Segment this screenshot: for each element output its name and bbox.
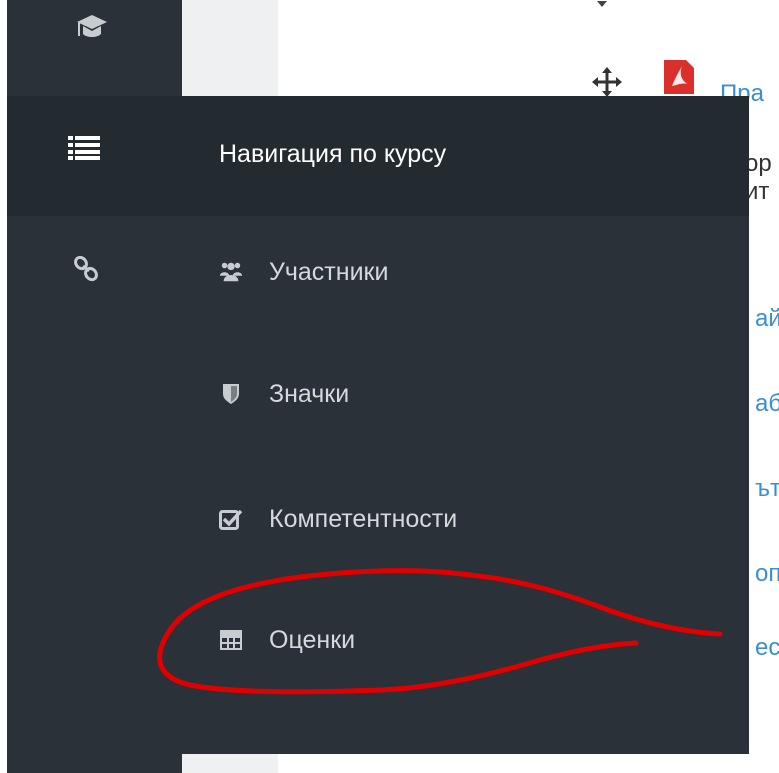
resource-link[interactable]: аб <box>755 390 779 418</box>
menu-item-label: Значки <box>269 379 350 408</box>
course-navigation-flyout: Навигация по курсу Участники Значки Комп… <box>7 96 749 754</box>
menu-item-label: Участники <box>269 257 389 286</box>
menu-item-label: Компетентности <box>269 504 458 533</box>
users-icon <box>219 260 243 284</box>
menu-item-badges[interactable]: Значки <box>219 374 349 414</box>
checkbox-icon <box>219 507 243 531</box>
pdf-file-icon <box>664 60 694 94</box>
menu-item-participants[interactable]: Участники <box>219 252 388 292</box>
move-icon[interactable] <box>592 67 622 97</box>
table-icon <box>219 628 243 652</box>
link-icon[interactable] <box>73 255 99 283</box>
resource-link[interactable]: ай <box>755 305 779 333</box>
resource-link[interactable]: ес <box>755 634 779 662</box>
resource-link[interactable]: ътп <box>755 475 779 503</box>
resource-description: ор <box>745 150 772 177</box>
shield-icon <box>219 382 243 406</box>
menu-item-competencies[interactable]: Компетентности <box>219 499 457 539</box>
flyout-title: Навигация по курсу <box>219 140 447 168</box>
list-icon[interactable] <box>68 136 100 160</box>
menu-item-grades[interactable]: Оценки <box>219 620 355 660</box>
caret-down-icon <box>597 1 607 7</box>
resource-link[interactable]: оп <box>755 560 779 588</box>
graduation-cap-icon[interactable] <box>75 12 109 42</box>
menu-item-label: Оценки <box>269 625 356 654</box>
